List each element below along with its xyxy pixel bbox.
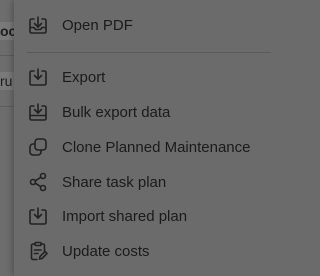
bulk-export-icon bbox=[27, 101, 49, 123]
menu-item-open-pdf[interactable]: Open PDF bbox=[14, 8, 271, 42]
background-divider bbox=[0, 106, 14, 107]
menu-item-share-task-plan[interactable]: Share task plan bbox=[14, 165, 271, 199]
menu-divider bbox=[27, 52, 271, 53]
background-row-text: ru bbox=[0, 72, 14, 90]
actions-menu: Open PDF Export Bulk export data Clone P… bbox=[14, 0, 271, 276]
menu-item-clone-planned-maintenance[interactable]: Clone Planned Maintenance bbox=[14, 130, 271, 164]
update-costs-icon bbox=[27, 240, 49, 262]
background-divider bbox=[0, 55, 14, 56]
menu-item-label: Import shared plan bbox=[62, 207, 188, 225]
share-icon bbox=[27, 171, 49, 193]
export-icon bbox=[27, 66, 49, 88]
clone-icon bbox=[27, 136, 49, 158]
menu-item-export[interactable]: Export bbox=[14, 60, 271, 94]
menu-item-label: Export bbox=[62, 68, 106, 86]
menu-item-label: Bulk export data bbox=[62, 103, 171, 121]
open-pdf-icon bbox=[27, 14, 49, 36]
import-icon bbox=[27, 205, 49, 227]
menu-item-label: Open PDF bbox=[62, 16, 133, 34]
menu-item-update-costs[interactable]: Update costs bbox=[14, 234, 271, 268]
menu-item-label: Share task plan bbox=[62, 173, 167, 191]
menu-item-bulk-export-data[interactable]: Bulk export data bbox=[14, 95, 271, 129]
menu-item-label: Update costs bbox=[62, 242, 150, 260]
background-row-text: oc bbox=[0, 22, 14, 40]
menu-item-label: Clone Planned Maintenance bbox=[62, 138, 251, 156]
menu-item-import-shared-plan[interactable]: Import shared plan bbox=[14, 199, 271, 233]
page: oc ru Open PDF Export Bulk export data C… bbox=[0, 0, 271, 276]
